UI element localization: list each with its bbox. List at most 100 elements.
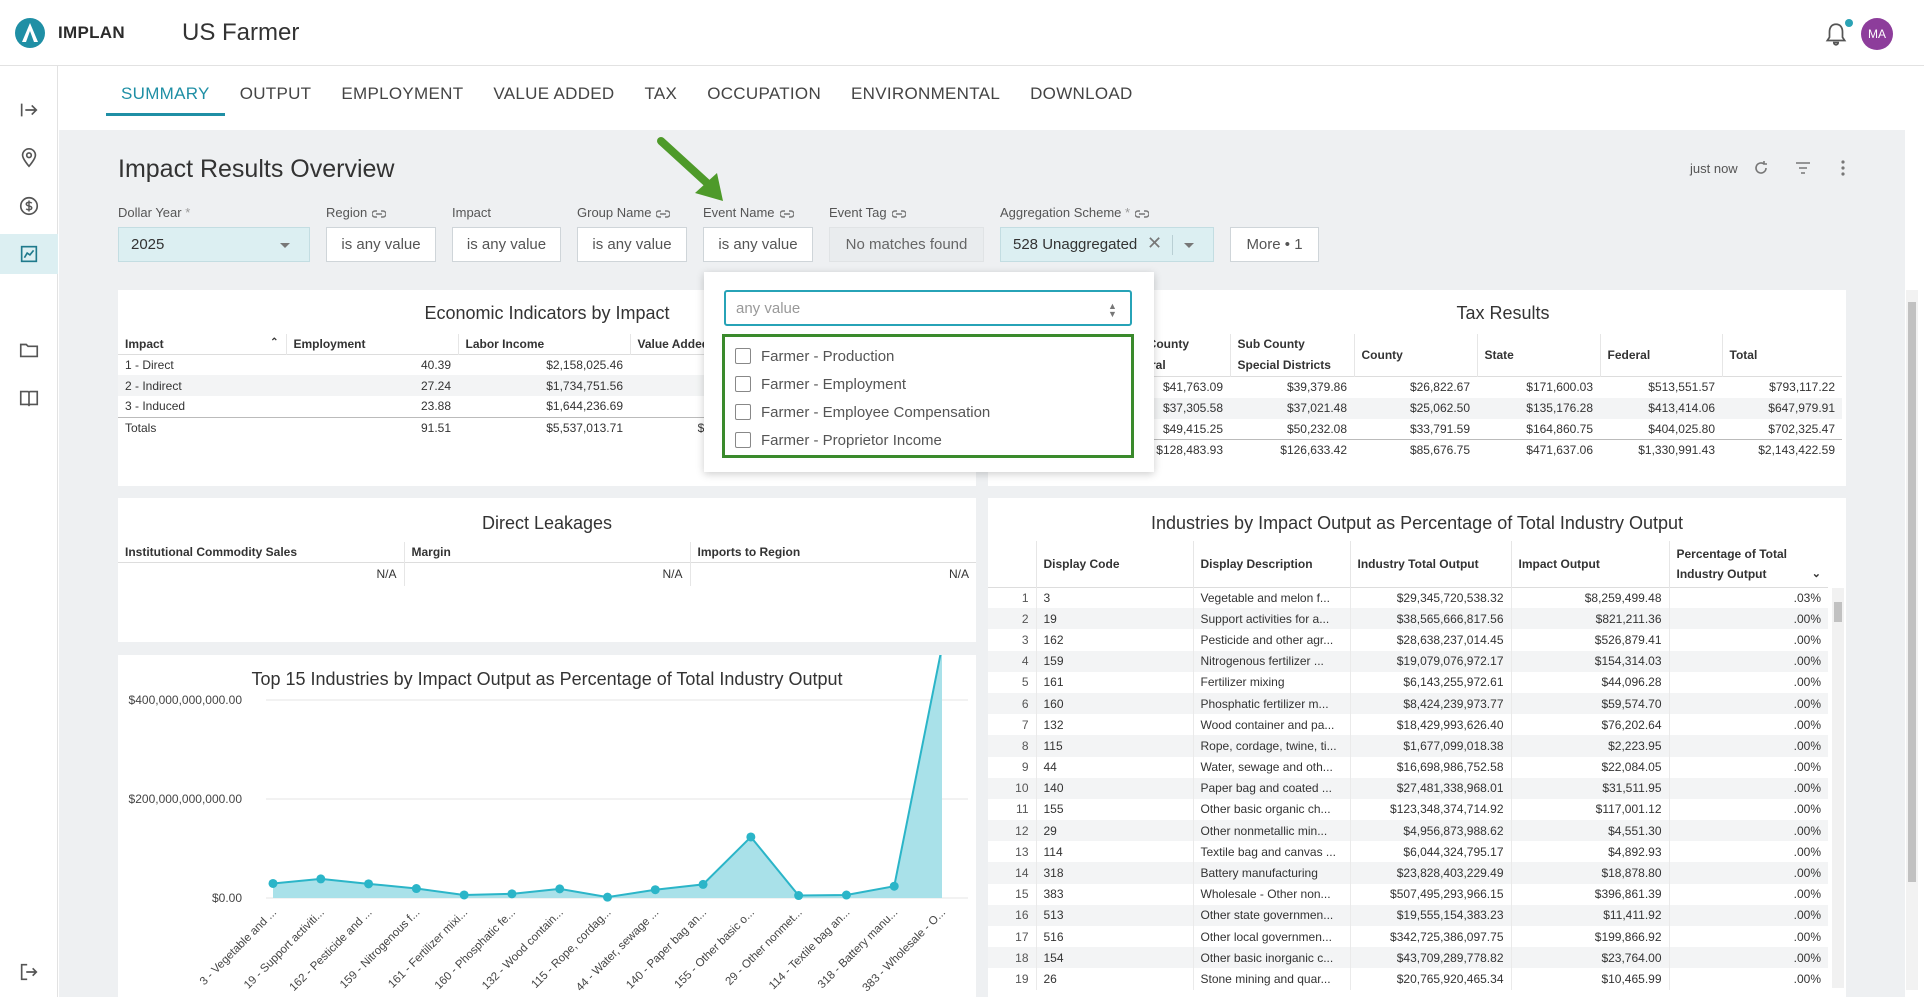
table-row[interactable]: 4 159 Nitrogenous fertilizer ... $19,079,07… (988, 650, 1828, 672)
data-point[interactable] (459, 890, 469, 900)
option-farmer-employment[interactable]: Farmer - Employment (735, 372, 906, 396)
tab-value-added[interactable]: VALUE ADDED (478, 78, 629, 116)
tab-output[interactable]: OUTPUT (225, 78, 327, 116)
event-name-filter[interactable]: is any value (703, 227, 813, 262)
data-point[interactable] (411, 884, 421, 894)
column-header-display-description[interactable]: Display Description (1192, 541, 1350, 587)
filter-icon[interactable] (1793, 158, 1813, 178)
user-avatar[interactable]: MA (1861, 18, 1893, 50)
column-header-percentage[interactable]: Percentage of Total Industry Output ⌄ (1668, 541, 1828, 587)
column-header-state[interactable]: State (1476, 334, 1600, 377)
aggregation-scheme-select[interactable]: 528 Unaggregated ✕ (1000, 227, 1214, 262)
tab-occupation[interactable]: OCCUPATION (692, 78, 836, 116)
table-row[interactable]: 7 132 Wood container and pa... $18,429,993,… (988, 714, 1828, 736)
table-row[interactable]: 17 516 Other local governmen... $342,725,38… (988, 926, 1828, 948)
option-farmer-employee-compensation[interactable]: Farmer - Employee Compensation (735, 400, 990, 424)
checkbox-icon[interactable] (735, 376, 751, 392)
data-point[interactable] (746, 832, 756, 842)
tax-results-table: b Countyneral Sub CountySpecial District… (1130, 334, 1842, 461)
more-filters-button[interactable]: More • 1 (1230, 227, 1319, 262)
option-farmer-production[interactable]: Farmer - Production (735, 344, 894, 368)
data-point[interactable] (507, 889, 517, 899)
industries-table-body: 1 3 Vegetable and melon f... $29,345,720,53… (988, 587, 1828, 990)
table-row[interactable]: 1 3 Vegetable and melon f... $29,345,720,53… (988, 587, 1828, 609)
table-row[interactable]: 15 383 Wholesale - Other non... $507,495,29… (988, 883, 1828, 905)
column-header-industry-total-output[interactable]: Industry Total Output (1349, 541, 1511, 587)
table-row[interactable]: 8 115 Rope, cordage, twine, ti... $1,677,09… (988, 735, 1828, 757)
column-header-sub-county[interactable]: Sub County Special Districts (1229, 334, 1354, 377)
column-header-imports-to-region[interactable]: Imports to Region (689, 542, 976, 562)
sidebar-item-impacts[interactable] (0, 186, 58, 226)
table-row[interactable]: 6 160 Phosphatic fertilizer m... $8,424,239… (988, 692, 1828, 715)
data-point[interactable] (650, 885, 660, 895)
table-row[interactable]: 11 155 Other basic organic ch... $123,348,3… (988, 798, 1828, 821)
data-point[interactable] (316, 874, 326, 884)
checkbox-icon[interactable] (735, 348, 751, 364)
data-point[interactable] (364, 879, 374, 889)
data-point[interactable] (555, 884, 565, 894)
option-farmer-proprietor-income[interactable]: Farmer - Proprietor Income (735, 428, 942, 452)
tab-tax[interactable]: TAX (630, 78, 693, 116)
page-scrollbar-thumb[interactable] (1908, 302, 1916, 882)
table-row[interactable]: 5 161 Fertilizer mixing $6,143,255,972.61 $4… (988, 671, 1828, 693)
clear-icon[interactable]: ✕ (1147, 233, 1162, 254)
data-point[interactable] (268, 878, 278, 888)
data-point[interactable] (841, 890, 851, 900)
column-header-impact[interactable]: Impact ⌃ (118, 334, 286, 354)
column-header-total[interactable]: Total (1721, 334, 1842, 377)
column-header-margin[interactable]: Margin (403, 542, 690, 562)
data-point[interactable] (889, 881, 899, 891)
column-header-county[interactable]: County (1353, 334, 1477, 377)
sidebar-item-projects[interactable] (0, 330, 58, 370)
column-header-display-code[interactable]: Display Code (1035, 541, 1193, 587)
dropdown-search-input[interactable]: any value (724, 290, 1132, 326)
table-scrollbar-thumb[interactable] (1834, 602, 1842, 622)
page-scrollbar[interactable] (1906, 290, 1918, 990)
table-row[interactable]: 13 114 Textile bag and canvas ... $6,044,32… (988, 841, 1828, 863)
data-point[interactable] (603, 892, 612, 902)
table-row[interactable]: 14 318 Battery manufacturing $23,828,403,22… (988, 862, 1828, 884)
event-tag-label: Event Tag (829, 205, 906, 220)
tab-summary[interactable]: SUMMARY (106, 78, 225, 116)
table-row[interactable]: 2 19 Support activities for a... $38,565,66… (988, 608, 1828, 630)
tab-download[interactable]: DOWNLOAD (1015, 78, 1148, 116)
aggregation-scheme-value: 528 Unaggregated (1013, 236, 1138, 253)
group-name-filter[interactable]: is any value (577, 227, 687, 262)
sidebar-expand-button[interactable] (0, 90, 58, 130)
results-tabs: SUMMARY OUTPUT EMPLOYMENT VALUE ADDED TA… (106, 78, 1148, 116)
dollar-year-select[interactable]: 2025 (118, 227, 310, 262)
data-point[interactable] (794, 891, 804, 901)
sidebar-logout-button[interactable] (0, 952, 58, 992)
table-row[interactable]: 12 29 Other nonmetallic min... $4,956,873,9… (988, 820, 1828, 842)
table-row[interactable]: 16 513 Other state governmen... $19,555,154… (988, 904, 1828, 926)
sort-up-icon[interactable]: ⌃ (270, 337, 278, 348)
sidebar-item-help[interactable] (0, 378, 58, 418)
column-header-employment[interactable]: Employment (285, 334, 458, 354)
column-header-federal[interactable]: Federal (1599, 334, 1722, 377)
column-header-labor-income[interactable]: Labor Income (457, 334, 630, 354)
table-scrollbar[interactable] (1832, 588, 1844, 988)
region-filter[interactable]: is any value (326, 227, 436, 262)
column-header-institutional-commodity-sales[interactable]: Institutional Commodity Sales (118, 542, 404, 562)
x-tick-label: 3 - Vegetable and ... (198, 907, 279, 988)
tab-environmental[interactable]: ENVIRONMENTAL (836, 78, 1015, 116)
sidebar-item-results[interactable] (0, 234, 58, 274)
sidebar-item-regions[interactable] (0, 138, 58, 178)
chevron-down-icon[interactable] (1184, 243, 1194, 248)
refresh-icon[interactable] (1751, 158, 1771, 178)
table-row[interactable]: 9 44 Water, sewage and oth... $16,698,986,7… (988, 756, 1828, 778)
column-header-impact-output[interactable]: Impact Output (1510, 541, 1669, 587)
data-point[interactable] (698, 879, 708, 889)
tab-employment[interactable]: EMPLOYMENT (326, 78, 478, 116)
table-row[interactable]: 19 26 Stone mining and quar... $20,765,920,… (988, 968, 1828, 990)
notification-dot (1845, 19, 1853, 27)
x-tick-label: 161 - Fertilizer mixi... (386, 907, 470, 991)
table-row[interactable]: 10 140 Paper bag and coated ... $27,481,338… (988, 777, 1828, 799)
chevron-down-icon[interactable]: ⌄ (1812, 564, 1821, 584)
more-vertical-icon[interactable] (1833, 158, 1853, 178)
table-row[interactable]: 3 162 Pesticide and other agr... $28,638,23… (988, 629, 1828, 651)
checkbox-icon[interactable] (735, 432, 751, 448)
checkbox-icon[interactable] (735, 404, 751, 420)
table-row[interactable]: 18 154 Other basic inorganic c... $43,709,2… (988, 947, 1828, 969)
impact-filter[interactable]: is any value (452, 227, 561, 262)
